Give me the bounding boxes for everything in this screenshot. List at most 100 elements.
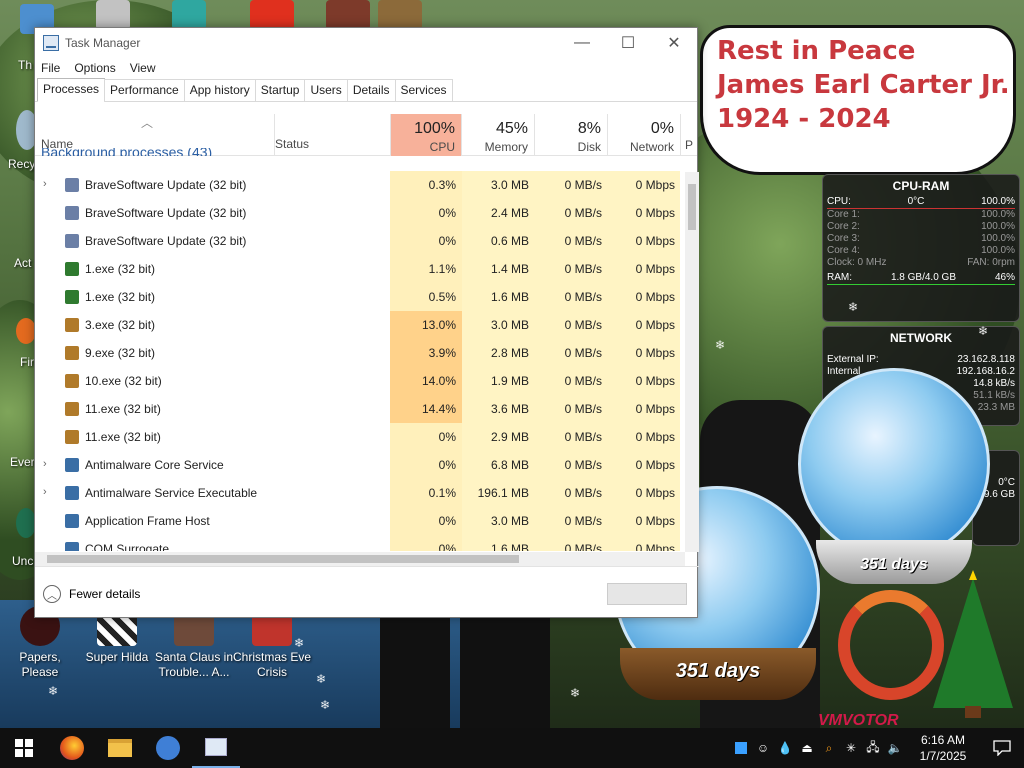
end-task-button[interactable] — [607, 583, 687, 605]
process-row[interactable]: 11.exe (32 bit) 0% 2.9 MB 0 MB/s 0 Mbps — [35, 423, 685, 451]
process-row[interactable]: BraveSoftware Update (32 bit) 0% 2.4 MB 0 M… — [35, 199, 685, 227]
uninstaller-icon[interactable] — [16, 508, 36, 538]
cpu-temp: 0°C — [907, 196, 925, 207]
network-label: Network — [629, 140, 674, 154]
column-network[interactable]: 0% Network — [608, 114, 681, 156]
process-network: 0 Mbps — [635, 206, 675, 220]
horizontal-scrollbar[interactable] — [35, 552, 685, 566]
core-row: Core 2: 100.0% — [823, 221, 1019, 233]
desktop-icon-label: Christmas Eve Crisis — [232, 650, 312, 679]
network-rate: 51.1 kB/s — [973, 390, 1015, 401]
desktop-icon-label: Super Hilda — [85, 650, 149, 664]
column-status[interactable]: Status — [275, 137, 309, 151]
process-icon — [65, 374, 79, 388]
process-row[interactable]: 9.exe (32 bit) 3.9% 2.8 MB 0 MB/s 0 Mbps — [35, 339, 685, 367]
sort-arrow-icon: ︿ — [141, 116, 154, 130]
clock[interactable]: 6:16 AM 1/7/2025 — [906, 732, 980, 764]
expand-chevron-icon[interactable]: › — [43, 178, 47, 190]
file-explorer-button[interactable] — [96, 728, 144, 768]
process-name: 9.exe (32 bit) — [85, 346, 156, 360]
santa-icon[interactable] — [326, 0, 370, 30]
firefox-taskbar-button[interactable] — [48, 728, 96, 768]
external-ip: 23.162.8.118 — [957, 354, 1015, 365]
firefox-icon[interactable] — [16, 318, 36, 344]
scroll-thumb[interactable] — [47, 555, 519, 563]
taskbar-app-button[interactable] — [144, 728, 192, 768]
expand-chevron-icon[interactable]: › — [43, 458, 47, 470]
process-row[interactable]: BraveSoftware Update (32 bit) 0% 0.6 MB 0 M… — [35, 227, 685, 255]
process-network: 0 Mbps — [635, 514, 675, 528]
task-manager-icon — [205, 738, 227, 756]
tab-strip: Processes Performance App history Startu… — [35, 78, 697, 102]
tab-details[interactable]: Details — [346, 79, 396, 101]
tab-processes[interactable]: Processes — [37, 78, 106, 102]
minimize-button[interactable]: — — [559, 28, 605, 58]
process-row[interactable]: › Antimalware Core Service 0% 6.8 MB 0 MB/s 0… — [35, 451, 685, 479]
core-label: Core 2: — [827, 221, 860, 232]
process-row[interactable]: 1.exe (32 bit) 1.1% 1.4 MB 0 MB/s 0 Mbps — [35, 255, 685, 283]
column-power[interactable]: P — [681, 114, 699, 156]
title-bar[interactable]: Task Manager — ☐ ✕ — [35, 28, 697, 58]
process-row[interactable]: › Antimalware Service Executable 0.1% 196.1… — [35, 479, 685, 507]
process-row[interactable]: 3.exe (32 bit) 13.0% 3.0 MB 0 MB/s 0 Mbps — [35, 311, 685, 339]
process-network: 0 Mbps — [635, 486, 675, 500]
process-row[interactable]: 1.exe (32 bit) 0.5% 1.6 MB 0 MB/s 0 Mbps — [35, 283, 685, 311]
menu-view[interactable]: View — [130, 61, 156, 75]
process-name: Antimalware Core Service — [85, 458, 224, 472]
process-row[interactable]: 10.exe (32 bit) 14.0% 1.9 MB 0 MB/s 0 Mbps — [35, 367, 685, 395]
game-icon[interactable] — [378, 0, 422, 30]
tab-startup[interactable]: Startup — [254, 79, 306, 101]
network-icon[interactable]: 🖧 — [862, 728, 884, 768]
desktop-label: Ever — [10, 455, 35, 469]
snowflake-icon: ❄ — [316, 672, 327, 686]
column-disk[interactable]: 8% Disk — [535, 114, 608, 156]
tab-performance[interactable]: Performance — [104, 79, 185, 101]
expand-chevron-icon[interactable]: › — [43, 486, 47, 498]
tab-services[interactable]: Services — [394, 79, 453, 101]
column-memory[interactable]: 45% Memory — [462, 114, 535, 156]
task-manager-taskbar-button[interactable] — [192, 728, 240, 768]
menu-options[interactable]: Options — [74, 61, 115, 75]
process-name: Application Frame Host — [85, 514, 210, 528]
game-icon[interactable] — [172, 0, 206, 30]
tray-search-icon[interactable]: ⌕ — [818, 728, 840, 768]
menu-file[interactable]: File — [41, 61, 60, 75]
tab-users[interactable]: Users — [304, 79, 348, 101]
vertical-scrollbar[interactable] — [685, 172, 699, 552]
tray-drop-icon[interactable]: 💧 — [774, 728, 796, 768]
mcdonalds-icon[interactable] — [250, 0, 294, 30]
process-icon — [65, 262, 79, 276]
tray-snowflake-icon[interactable]: ✳ — [840, 728, 862, 768]
close-button[interactable]: ✕ — [651, 28, 697, 58]
column-cpu[interactable]: 100% CPU — [390, 114, 462, 156]
snow-globe-small[interactable] — [798, 368, 990, 560]
fewer-details-label: Fewer details — [69, 587, 141, 601]
cpu-label: CPU — [429, 140, 455, 154]
tray-app-icon[interactable] — [730, 728, 752, 768]
process-row[interactable]: 11.exe (32 bit) 14.4% 3.6 MB 0 MB/s 0 Mbps — [35, 395, 685, 423]
process-icon — [65, 430, 79, 444]
process-row[interactable]: COM Surrogate 0% 1.6 MB 0 MB/s 0 Mbps — [35, 535, 685, 551]
core-row: Core 1: 100.0% — [823, 209, 1019, 221]
external-ip-label: External IP: — [827, 354, 879, 365]
task-manager-icon — [43, 35, 59, 51]
network-total: 23.3 MB — [977, 402, 1015, 413]
app-icon[interactable] — [96, 0, 130, 30]
clock-speed: Clock: 0 MHz — [827, 257, 887, 268]
tray-eject-icon[interactable]: ⏏ — [796, 728, 818, 768]
tab-app-history[interactable]: App history — [183, 79, 256, 101]
ram-used: 1.8 GB/4.0 GB — [890, 272, 957, 283]
memorial-line: Rest in Peace — [717, 36, 916, 66]
scroll-thumb[interactable] — [688, 184, 696, 230]
tray-people-icon[interactable]: ☺ — [752, 728, 774, 768]
volume-muted-icon[interactable]: 🔈 — [884, 728, 906, 768]
maximize-button[interactable]: ☐ — [605, 28, 651, 58]
start-button[interactable] — [0, 728, 48, 768]
notifications-button[interactable] — [980, 728, 1024, 768]
fewer-details-button[interactable]: ︿ Fewer details — [43, 585, 140, 603]
process-row[interactable]: Application Frame Host 0% 3.0 MB 0 MB/s 0 Mb… — [35, 507, 685, 535]
process-network: 0 Mbps — [635, 374, 675, 388]
process-row[interactable]: › BraveSoftware Update (32 bit) 0.3% 3.0 MB… — [35, 171, 685, 199]
memorial-line: James Earl Carter Jr. — [717, 70, 1010, 100]
task-manager-window[interactable]: Task Manager — ☐ ✕ File Options View Pro… — [34, 27, 699, 618]
